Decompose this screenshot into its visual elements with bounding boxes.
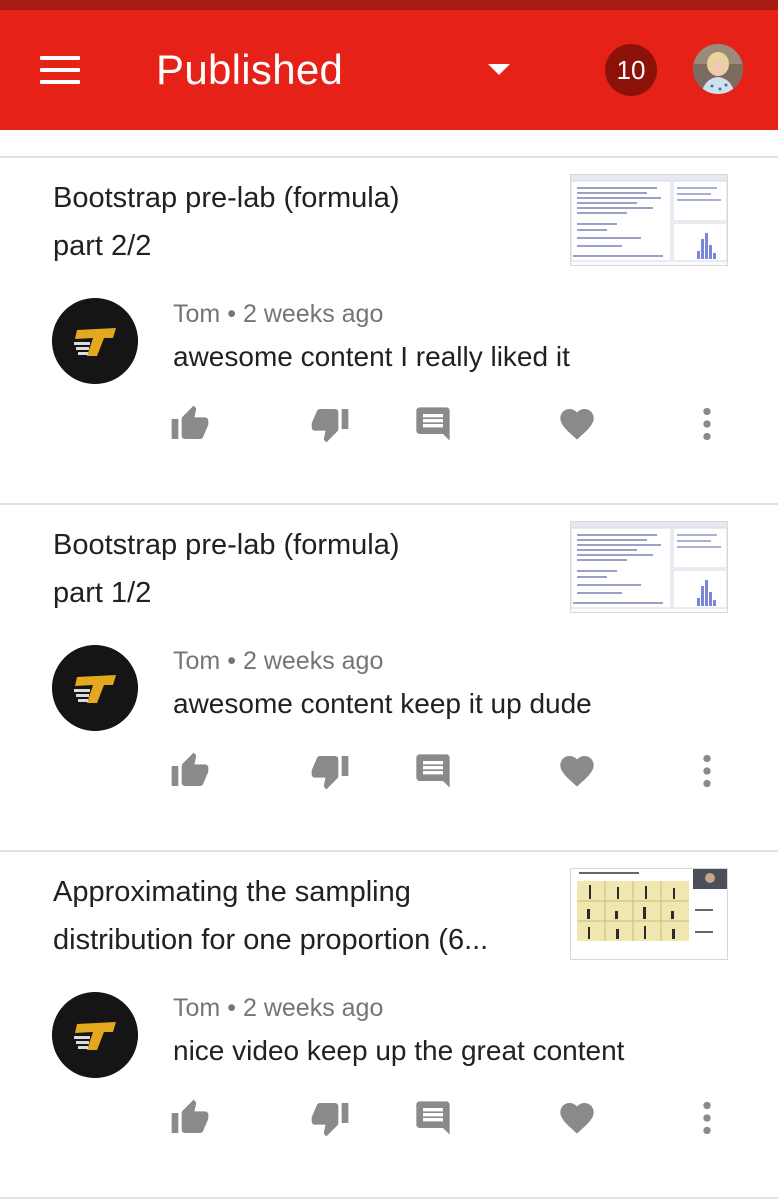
arrow-drop-down-icon — [488, 64, 510, 75]
filter-dropdown[interactable]: Published — [156, 40, 536, 100]
comment-author[interactable]: Tom — [173, 647, 220, 675]
heart-icon[interactable] — [557, 404, 597, 444]
comment-time: 2 weeks ago — [243, 647, 384, 675]
comment-meta: Tom • 2 weeks ago — [173, 646, 383, 676]
status-bar-strip — [0, 0, 778, 10]
meta-separator: • — [227, 647, 236, 675]
video-title[interactable]: Approximating the sampling distribution … — [53, 868, 543, 964]
comment-meta: Tom • 2 weeks ago — [173, 299, 383, 329]
comment-author[interactable]: Tom — [173, 994, 220, 1022]
heart-icon[interactable] — [557, 1098, 597, 1138]
comment-author[interactable]: Tom — [173, 300, 220, 328]
reply-icon[interactable] — [413, 404, 453, 444]
hamburger-menu-icon[interactable] — [30, 46, 90, 94]
comment-text: awesome content keep it up dude — [173, 688, 592, 719]
thumb-up-icon[interactable] — [170, 404, 210, 444]
app-bar: Published 10 — [0, 10, 778, 130]
commenter-avatar[interactable] — [52, 298, 138, 384]
divider — [0, 1197, 778, 1199]
meta-separator: • — [227, 994, 236, 1022]
video-title-line: Bootstrap pre-lab (formula) — [53, 529, 400, 561]
video-thumbnail[interactable] — [570, 868, 728, 960]
thumb-up-icon[interactable] — [170, 1098, 210, 1138]
reply-icon[interactable] — [413, 1098, 453, 1138]
reply-icon[interactable] — [413, 751, 453, 791]
comment-card[interactable]: Bootstrap pre-lab (formula) part 1/2 Tom… — [0, 505, 778, 850]
video-title[interactable]: Bootstrap pre-lab (formula) part 1/2 — [53, 521, 543, 617]
video-title-line: part 1/2 — [53, 577, 152, 609]
comment-meta: Tom • 2 weeks ago — [173, 993, 383, 1023]
page-title: Published — [156, 46, 344, 93]
comment-text: awesome content I really liked it — [173, 341, 570, 372]
more-vert-icon[interactable] — [687, 751, 727, 791]
profile-avatar[interactable] — [693, 44, 743, 94]
video-title-line: Approximating the sampling — [53, 876, 411, 908]
comment-text: nice video keep up the great content — [173, 1035, 625, 1066]
more-vert-icon[interactable] — [687, 404, 727, 444]
video-title-line: part 2/2 — [53, 230, 152, 262]
video-thumbnail[interactable] — [570, 174, 728, 266]
comment-card[interactable]: Approximating the sampling distribution … — [0, 852, 778, 1197]
thumb-up-icon[interactable] — [170, 751, 210, 791]
video-title-line: Bootstrap pre-lab (formula) — [53, 182, 400, 214]
commenter-avatar[interactable] — [52, 992, 138, 1078]
comment-time: 2 weeks ago — [243, 994, 384, 1022]
comment-time: 2 weeks ago — [243, 300, 384, 328]
video-thumbnail[interactable] — [570, 521, 728, 613]
heart-icon[interactable] — [557, 751, 597, 791]
video-title-line: distribution for one proportion (6... — [53, 924, 489, 956]
notification-count-badge[interactable]: 10 — [605, 44, 657, 96]
thumb-down-icon[interactable] — [310, 404, 350, 444]
comment-card[interactable]: Bootstrap pre-lab (formula) part 2/2 Tom… — [0, 158, 778, 503]
commenter-avatar[interactable] — [52, 645, 138, 731]
thumb-down-icon[interactable] — [310, 751, 350, 791]
meta-separator: • — [227, 300, 236, 328]
more-vert-icon[interactable] — [687, 1098, 727, 1138]
thumb-down-icon[interactable] — [310, 1098, 350, 1138]
video-title[interactable]: Bootstrap pre-lab (formula) part 2/2 — [53, 174, 543, 270]
comment-list: Bootstrap pre-lab (formula) part 2/2 Tom… — [0, 130, 778, 1199]
